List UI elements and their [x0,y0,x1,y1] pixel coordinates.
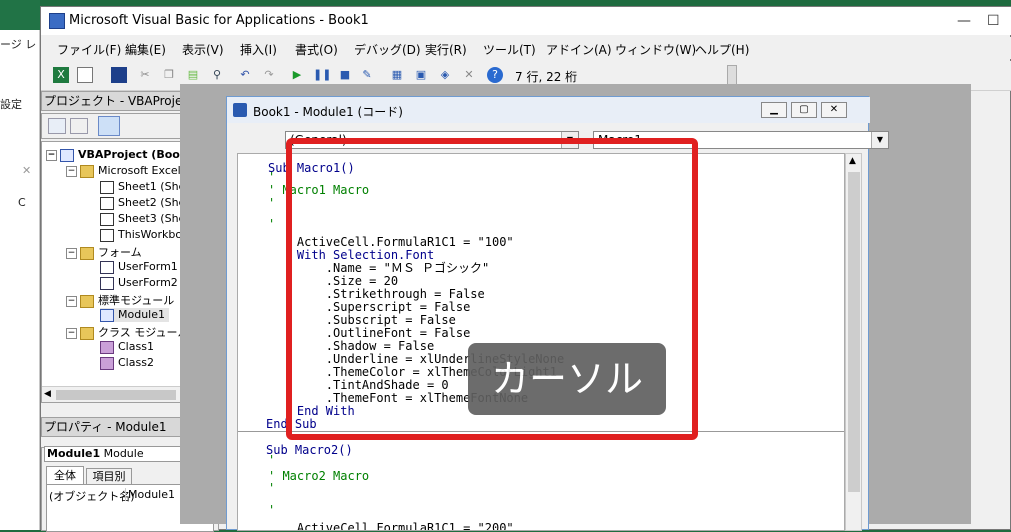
code-line: ' [268,217,276,231]
property-key: (オブジェクト名) [49,490,135,503]
chevron-down-icon: ▼ [871,132,888,148]
menu-edit[interactable]: 編集(E) [125,41,166,58]
menu-addins[interactable]: アドイン(A) [546,41,612,58]
menu-view[interactable]: 表示(V) [182,41,224,58]
code-window-icon [233,103,247,117]
menu-window[interactable]: ウィンドウ(W) [615,41,696,58]
tree-item-module1[interactable]: Module1 [100,308,169,322]
worksheet-icon [100,196,114,210]
excel-ribbon-strip [0,0,40,30]
tree-folder-forms[interactable]: − フォーム [66,244,142,260]
toggle-folders-icon[interactable] [98,116,120,136]
tree-root[interactable]: − VBAProject (Book1) [46,148,200,162]
tab-category[interactable]: 項目別 [86,468,132,484]
project-explorer-icon[interactable]: ▦ [389,67,405,83]
code-vscrollbar[interactable]: ▲ [845,153,862,531]
folder-icon [80,294,94,308]
cursor-position-readout: 7 行, 22 桁 [515,70,578,84]
minimize-button[interactable]: — [941,7,987,35]
class-module-icon [100,340,114,354]
tree-folder-modules[interactable]: − 標準モジュール [66,292,174,308]
code-line: ' [268,503,276,517]
code-line: ' [268,453,276,467]
class-module-icon [100,356,114,370]
cursor-annotation-label: カーソル [468,343,666,415]
properties-window-icon[interactable]: ▣ [413,67,429,83]
excel-background [0,0,40,530]
worksheet-icon [100,180,114,194]
undo-icon[interactable]: ↶ [237,67,253,83]
view-code-icon[interactable] [48,118,66,134]
workbook-icon [100,228,114,242]
run-icon[interactable]: ▶ [289,67,305,83]
paste-icon[interactable]: ▤ [185,67,201,83]
scroll-up-icon[interactable]: ▲ [849,156,856,166]
toolbox-icon[interactable]: ✕ [461,67,477,83]
pause-icon[interactable]: ❚❚ [313,67,331,83]
help-icon[interactable]: ? [487,67,503,83]
tab-all[interactable]: 全体 [46,466,84,484]
cut-icon[interactable]: ✂ [137,67,153,83]
userform-icon [100,276,114,290]
maximize-button[interactable]: ☐ [987,7,1011,35]
title-bar: Microsoft Visual Basic for Applications … [41,7,1011,35]
menu-file[interactable]: ファイル(F) [57,41,121,58]
vbaproject-icon [60,148,74,162]
excel-setting-fragment: 設定 [0,98,22,111]
folder-icon [80,326,94,340]
design-mode-icon[interactable]: ✎ [359,67,375,83]
copy-icon[interactable]: ❐ [161,67,177,83]
object-browser-icon[interactable]: ◈ [437,67,453,83]
code-line: ' Macro2 Macro [268,469,370,483]
folder-icon [80,246,94,260]
window-title: Microsoft Visual Basic for Applications … [69,13,369,28]
scroll-thumb[interactable] [56,390,176,400]
code-line: ' [268,196,276,210]
code-line: Sub Macro2() [266,443,353,457]
view-object-icon[interactable] [70,118,88,134]
excel-column-header: C [18,196,26,209]
tree-item-class1[interactable]: Class1 [100,340,154,354]
module-maximize-button[interactable]: ▢ [791,102,817,118]
redo-icon[interactable]: ↷ [261,67,277,83]
worksheet-icon [100,212,114,226]
tree-item-userform1[interactable]: UserForm1 [100,260,178,274]
menu-insert[interactable]: 挿入(I) [240,41,277,58]
module-minimize-button[interactable]: ▁ [761,102,787,118]
menu-tools[interactable]: ツール(T) [483,41,536,58]
module-title-bar: Book1 - Module1 (コード) ▁ ▢ ✕ [227,97,870,123]
insert-userform-icon[interactable] [77,67,93,83]
module-close-button[interactable]: ✕ [821,102,847,118]
module-icon [100,308,114,322]
save-icon[interactable] [111,67,127,83]
tree-folder-classes[interactable]: − クラス モジュール [66,324,189,340]
excel-tab-fragment: ージ レ [0,38,37,51]
menu-run[interactable]: 実行(R) [425,41,467,58]
scroll-thumb[interactable] [848,172,860,492]
userform-icon [100,260,114,274]
module-window-title: Book1 - Module1 (コード) [253,105,403,119]
scroll-left-icon[interactable]: ◀ [44,389,51,399]
vba-app-icon [49,13,65,29]
menu-debug[interactable]: デバッグ(D) [354,41,421,58]
menu-format[interactable]: 書式(O) [295,41,338,58]
find-icon[interactable]: ⚲ [209,67,225,83]
menu-help[interactable]: ヘルプ(H) [695,41,749,58]
excel-close-mark: ✕ [22,164,32,177]
menu-bar: ファイル(F) 編集(E) 表示(V) 挿入(I) 書式(O) デバッグ(D) … [41,37,1011,59]
folder-icon [80,164,94,178]
tree-item-userform2[interactable]: UserForm2 [100,276,178,290]
code-line: ' [268,481,276,495]
property-value[interactable]: Module1 [125,488,175,501]
reset-icon[interactable]: ■ [337,67,353,83]
tree-item-class2[interactable]: Class2 [100,356,154,370]
excel-view-icon[interactable]: X [53,67,69,83]
